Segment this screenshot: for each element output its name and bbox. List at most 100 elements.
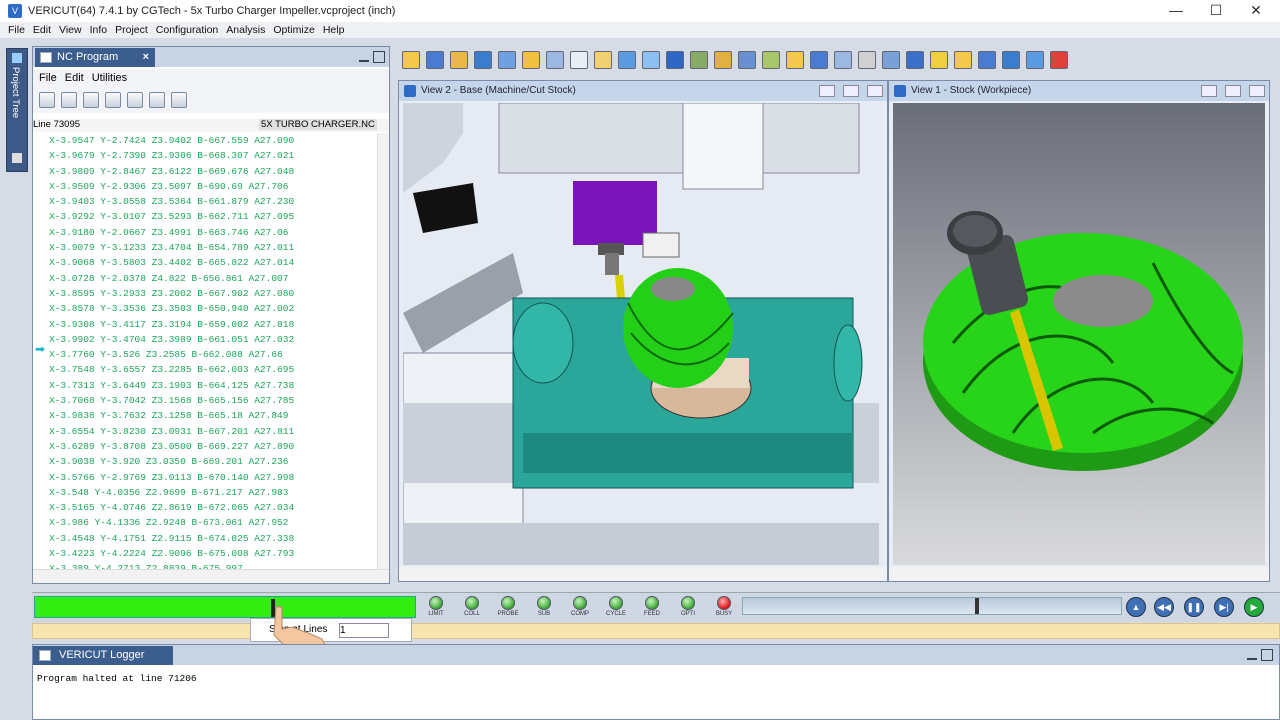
close-icon[interactable]: × bbox=[143, 48, 149, 67]
toolbar-icon-1[interactable] bbox=[402, 51, 420, 69]
toolbar-icon-5[interactable] bbox=[498, 51, 516, 69]
toolbar-icon-9[interactable] bbox=[594, 51, 612, 69]
toolbar-icon-13[interactable] bbox=[690, 51, 708, 69]
view-2-scrollbar[interactable] bbox=[399, 567, 887, 581]
nc-menu-file[interactable]: File bbox=[39, 72, 57, 84]
toolbar-icon-28[interactable] bbox=[1050, 51, 1068, 69]
view-2-restore-button[interactable] bbox=[843, 85, 859, 97]
menu-optimize[interactable]: Optimize bbox=[273, 24, 314, 36]
project-tree-tab[interactable]: Project Tree bbox=[6, 48, 28, 172]
toolbar-icon-21[interactable] bbox=[882, 51, 900, 69]
view-2-canvas[interactable] bbox=[403, 103, 883, 565]
simulation-progress-bar[interactable] bbox=[34, 596, 416, 618]
view-1-canvas[interactable] bbox=[893, 103, 1265, 565]
refresh-icon[interactable] bbox=[127, 92, 143, 108]
nc-code-list[interactable]: X-3.9547 Y-2.7424 Z3.9402 B-667.559 A27.… bbox=[33, 133, 377, 569]
maximize-button[interactable]: ☐ bbox=[1196, 0, 1236, 22]
nc-code-line[interactable]: X-3.9079 Y-3.1233 Z3.4704 B-654.789 A27.… bbox=[33, 240, 377, 255]
toolbar-icon-25[interactable] bbox=[978, 51, 996, 69]
nc-code-line[interactable]: X-3.986 Y-4.1336 Z2.9248 B-673.061 A27.9… bbox=[33, 515, 377, 530]
nc-code-line[interactable]: X-3.9809 Y-2.8467 Z3.6122 B-669.676 A27.… bbox=[33, 164, 377, 179]
toolbar-button-1[interactable] bbox=[39, 92, 55, 108]
minimize-panel-icon[interactable] bbox=[1247, 650, 1257, 660]
menu-view[interactable]: View bbox=[59, 24, 82, 36]
toolbar-icon-23[interactable] bbox=[930, 51, 948, 69]
nc-code-line[interactable]: X-3.7068 Y-3.7042 Z3.1568 B-665.156 A27.… bbox=[33, 393, 377, 408]
nc-code-line[interactable]: X-3.7548 Y-3.6557 Z3.2285 B-662.003 A27.… bbox=[33, 362, 377, 377]
toolbar-icon-8[interactable] bbox=[570, 51, 588, 69]
toolbar-icon-14[interactable] bbox=[714, 51, 732, 69]
toolbar-icon-16[interactable] bbox=[762, 51, 780, 69]
toolbar-icon-17[interactable] bbox=[786, 51, 804, 69]
nc-menu-edit[interactable]: Edit bbox=[65, 72, 84, 84]
float-panel-icon[interactable] bbox=[373, 51, 385, 63]
nc-code-line[interactable]: X-3.8595 Y-3.2933 Z3.2002 B-667.902 A27.… bbox=[33, 286, 377, 301]
vertical-scrollbar[interactable] bbox=[377, 133, 389, 569]
toolbar-icon-7[interactable] bbox=[546, 51, 564, 69]
nc-code-line[interactable]: X-3.9547 Y-2.7424 Z3.9402 B-667.559 A27.… bbox=[33, 133, 377, 148]
minimize-button[interactable]: — bbox=[1156, 0, 1196, 22]
columns-icon[interactable] bbox=[171, 92, 187, 108]
nc-code-line[interactable]: X-3.548 Y-4.0356 Z2.9699 B-671.217 A27.9… bbox=[33, 485, 377, 500]
view-2-minimize-button[interactable] bbox=[819, 85, 835, 97]
toolbar-icon-18[interactable] bbox=[810, 51, 828, 69]
toolbar-icon-22[interactable] bbox=[906, 51, 924, 69]
nc-menu-utilities[interactable]: Utilities bbox=[92, 72, 127, 84]
play-icon[interactable]: ▶ bbox=[1244, 597, 1264, 617]
view-1-restore-button[interactable] bbox=[1225, 85, 1241, 97]
nc-code-line[interactable]: X-3.4548 Y-4.1751 Z2.9115 B-674.025 A27.… bbox=[33, 531, 377, 546]
close-button[interactable]: ✕ bbox=[1236, 0, 1276, 22]
nc-code-line[interactable]: X-3.6289 Y-3.8708 Z3.0500 B-669.227 A27.… bbox=[33, 439, 377, 454]
speed-slider-thumb[interactable] bbox=[975, 598, 979, 614]
menu-edit[interactable]: Edit bbox=[33, 24, 51, 36]
nc-code-line[interactable]: X-3.9403 Y-3.0558 Z3.5364 B-661.879 A27.… bbox=[33, 194, 377, 209]
view-1-close-button[interactable] bbox=[1249, 85, 1265, 97]
stop-at-input[interactable] bbox=[339, 623, 389, 638]
menu-info[interactable]: Info bbox=[90, 24, 108, 36]
nc-code-line[interactable]: X-3.9292 Y-3.0107 Z3.5293 B-662.711 A27.… bbox=[33, 209, 377, 224]
toolbar-icon-19[interactable] bbox=[834, 51, 852, 69]
eject-icon[interactable]: ▲ bbox=[1126, 597, 1146, 617]
nc-code-line[interactable]: X-3.5165 Y-4.0746 Z2.8619 B-672.065 A27.… bbox=[33, 500, 377, 515]
find-icon[interactable] bbox=[105, 92, 121, 108]
toolbar-icon-6[interactable] bbox=[522, 51, 540, 69]
toolbar-icon-20[interactable] bbox=[858, 51, 876, 69]
nc-code-line[interactable]: X-3.8578 Y-3.3536 Z3.3503 B-650.940 A27.… bbox=[33, 301, 377, 316]
toolbar-icon-15[interactable] bbox=[738, 51, 756, 69]
nc-code-line[interactable]: X-3.7760 Y-3.526 Z3.2585 B-662.088 A27.6… bbox=[33, 347, 377, 362]
animation-speed-slider[interactable] bbox=[742, 597, 1122, 615]
toolbar-icon-26[interactable] bbox=[1002, 51, 1020, 69]
nc-code-line[interactable]: X-3.5766 Y-2.9769 Z3.0113 B-670.140 A27.… bbox=[33, 470, 377, 485]
menu-configuration[interactable]: Configuration bbox=[156, 24, 218, 36]
float-panel-icon[interactable] bbox=[1261, 649, 1273, 661]
minimize-panel-icon[interactable] bbox=[359, 52, 369, 62]
tab-vericut-logger[interactable]: VERICUT Logger bbox=[33, 646, 173, 665]
toolbar-icon-24[interactable] bbox=[954, 51, 972, 69]
toolbar-icon-11[interactable] bbox=[642, 51, 660, 69]
nc-code-line[interactable]: X-3.9308 Y-3.4117 Z3.3194 B-659.002 A27.… bbox=[33, 317, 377, 332]
menu-help[interactable]: Help bbox=[323, 24, 345, 36]
view-2-close-button[interactable] bbox=[867, 85, 883, 97]
nc-code-line[interactable]: X-3.6554 Y-3.8230 Z3.0931 B-667.201 A27.… bbox=[33, 424, 377, 439]
view-1-scrollbar[interactable] bbox=[889, 567, 1269, 581]
toolbar-icon-10[interactable] bbox=[618, 51, 636, 69]
nc-code-line[interactable]: X-3.9038 Y-3.920 Z3.0350 B-669.201 A27.2… bbox=[33, 454, 377, 469]
toolbar-icon-2[interactable] bbox=[426, 51, 444, 69]
nc-code-line[interactable]: X-3.0728 Y-2.0378 Z4.822 B-656.861 A27.0… bbox=[33, 271, 377, 286]
nc-code-line[interactable]: X-3.9679 Y-2.7390 Z3.9306 B-668.307 A27.… bbox=[33, 148, 377, 163]
menu-analysis[interactable]: Analysis bbox=[226, 24, 265, 36]
step-icon[interactable]: ▶| bbox=[1214, 597, 1234, 617]
pause-icon[interactable]: ❚❚ bbox=[1184, 597, 1204, 617]
nc-code-line[interactable]: X-3.9902 Y-3.4704 Z3.3989 B-661.051 A27.… bbox=[33, 332, 377, 347]
view-1-minimize-button[interactable] bbox=[1201, 85, 1217, 97]
horizontal-scrollbar[interactable] bbox=[33, 569, 389, 583]
nc-code-line[interactable]: X-3.9838 Y-3.7632 Z3.1258 B-665.18 A27.8… bbox=[33, 408, 377, 423]
toolbar-button-2[interactable] bbox=[61, 92, 77, 108]
edit-icon[interactable] bbox=[83, 92, 99, 108]
tab-nc-program[interactable]: NC Program × bbox=[35, 48, 155, 67]
nc-code-line[interactable]: X-3.9180 Y-2.0667 Z3.4991 B-663.746 A27.… bbox=[33, 225, 377, 240]
rewind-icon[interactable]: ◀◀ bbox=[1154, 597, 1174, 617]
nc-code-line[interactable]: X-3.7313 Y-3.6449 Z3.1903 B-664.125 A27.… bbox=[33, 378, 377, 393]
menu-file[interactable]: File bbox=[8, 24, 25, 36]
nc-code-line[interactable]: X-3.389 Y-4.2713 Z2.8839 B-675.997 bbox=[33, 561, 377, 569]
